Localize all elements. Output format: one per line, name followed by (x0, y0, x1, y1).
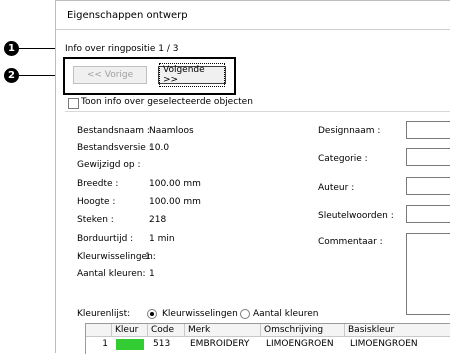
prop-label-width: Breedte : (77, 179, 119, 189)
prop-value-width: 100.00 mm (149, 179, 201, 189)
prop-value-stitches: 218 (149, 215, 167, 225)
radio-color-count[interactable] (240, 309, 250, 319)
design-properties-dialog: Eigenschappen ontwerp Info over ringposi… (55, 0, 450, 354)
row-description: LIMOENGROEN (266, 339, 334, 349)
prop-label-file-version: Bestandsversie : (77, 143, 152, 153)
callout-2-line (19, 75, 57, 76)
author-label: Auteur : (318, 183, 355, 193)
prop-label-height: Hoogte : (77, 197, 116, 207)
row-index: 1 (102, 339, 108, 349)
previous-button-label: << Vorige (86, 70, 134, 80)
color-table: Kleur Code Merk Omschrijving Basiskleur … (85, 323, 450, 354)
show-selected-label: Toon info over geselecteerde objecten (81, 97, 253, 107)
section-divider (65, 111, 450, 112)
prop-value-height: 100.00 mm (149, 197, 201, 207)
row-base-color: LIMOENGROEN (350, 339, 418, 349)
table-header-color: Kleur (112, 324, 148, 337)
prop-label-sew-time: Borduurtijd : (77, 234, 134, 244)
category-label: Categorie : (318, 154, 368, 164)
row-code: 513 (153, 339, 171, 349)
comment-label: Commentaar : (318, 237, 383, 247)
prop-value-color-changes: 1 (145, 252, 151, 262)
previous-button[interactable]: << Vorige (73, 66, 147, 84)
hoop-position-info: Info over ringpositie 1 / 3 (65, 44, 179, 54)
keywords-label: Sleutelwoorden : (318, 211, 394, 221)
next-button[interactable]: Volgende >> (158, 63, 226, 87)
keywords-input[interactable] (406, 205, 450, 223)
prop-value-sew-time: 1 min (149, 234, 175, 244)
color-list-label: Kleurenlijst: (77, 309, 131, 319)
table-header-base-color: Basiskleur (345, 324, 450, 337)
callout-2-badge: 2 (4, 68, 19, 83)
dialog-title: Eigenschappen ontwerp (67, 10, 188, 21)
prop-value-color-count: 1 (149, 269, 155, 279)
next-button-label: Volgende >> (159, 63, 225, 87)
category-input[interactable] (406, 148, 450, 166)
table-header-code: Code (148, 324, 185, 337)
prop-value-file-version: 10.0 (149, 143, 170, 153)
author-input[interactable] (406, 177, 450, 195)
design-name-input[interactable] (406, 121, 450, 139)
callout-1-badge: 1 (4, 41, 19, 56)
radio-color-changes[interactable] (147, 309, 157, 319)
dialog-titlebar: Eigenschappen ontwerp (56, 1, 450, 30)
prop-label-color-changes: Kleurwisselingen: (77, 252, 156, 262)
table-header-brand: Merk (185, 324, 261, 337)
design-name-label: Designnaam : (318, 126, 381, 136)
prop-label-stitches: Steken : (77, 215, 114, 225)
prop-label-filename: Bestandsnaam : (77, 126, 150, 136)
table-header-index (86, 324, 112, 337)
prop-value-filename: Naamloos (149, 126, 194, 136)
table-header-description: Omschrijving (261, 324, 345, 337)
radio-color-count-label: Aantal kleuren (253, 309, 319, 319)
prop-label-color-count: Aantal kleuren: (77, 269, 146, 279)
show-selected-checkbox[interactable] (68, 98, 79, 109)
row-brand: EMBROIDERY (190, 339, 250, 349)
prop-label-modified: Gewijzigd op : (77, 160, 141, 170)
radio-color-changes-label: Kleurwisselingen (162, 309, 238, 319)
thread-color-swatch (116, 339, 144, 350)
comment-textarea[interactable] (406, 233, 450, 315)
